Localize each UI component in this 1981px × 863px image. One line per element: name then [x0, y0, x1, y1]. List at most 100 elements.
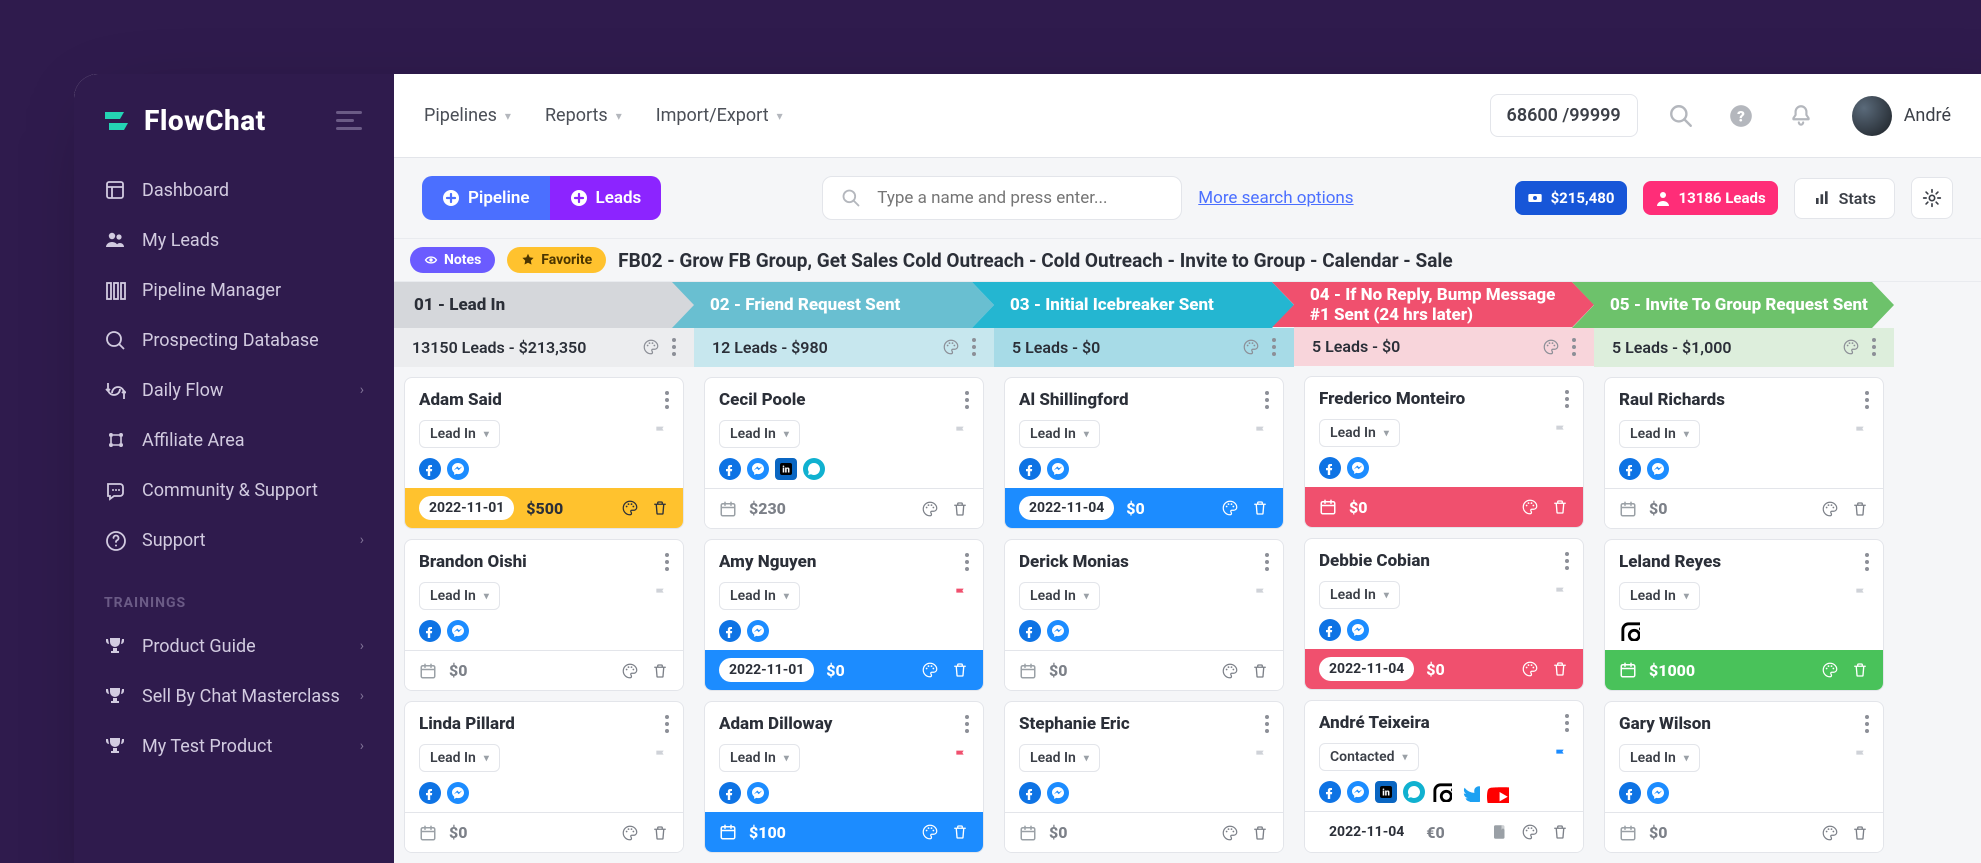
chat-icon[interactable]	[1403, 781, 1425, 803]
flag-icon[interactable]	[653, 586, 669, 606]
add-pipeline-button[interactable]: Pipeline	[422, 176, 550, 220]
palette-icon[interactable]	[921, 500, 939, 518]
palette-icon[interactable]	[621, 499, 639, 517]
sidebar-item-dashboard[interactable]: Dashboard	[86, 165, 382, 215]
stage-select[interactable]: Lead In▾	[719, 744, 800, 772]
settings-button[interactable]	[1911, 177, 1953, 219]
palette-icon[interactable]	[921, 823, 939, 841]
note-icon[interactable]	[1491, 823, 1509, 841]
palette-icon[interactable]	[1521, 660, 1539, 678]
linkedin-icon[interactable]	[775, 458, 797, 480]
calendar-icon[interactable]	[419, 824, 437, 842]
sidebar-item-prospecting-database[interactable]: Prospecting Database	[86, 315, 382, 365]
linkedin-icon[interactable]	[1375, 781, 1397, 803]
lead-card[interactable]: Raul RichardsLead In▾$0	[1604, 377, 1884, 529]
lead-card[interactable]: Adam DillowayLead In▾$100	[704, 701, 984, 853]
card-menu[interactable]	[1265, 391, 1269, 409]
calendar-icon[interactable]	[419, 662, 437, 680]
add-leads-button[interactable]: Leads	[550, 176, 662, 220]
messenger-icon[interactable]	[1347, 781, 1369, 803]
trash-icon[interactable]	[651, 499, 669, 517]
messenger-icon[interactable]	[747, 782, 769, 804]
column-menu[interactable]	[1272, 338, 1276, 356]
stage-select[interactable]: Lead In▾	[1319, 419, 1400, 447]
palette-icon[interactable]	[1842, 338, 1860, 356]
column-menu[interactable]	[1872, 338, 1876, 356]
sidebar-item-my-test-product[interactable]: My Test Product›	[86, 721, 382, 771]
stage-select[interactable]: Lead In▾	[719, 582, 800, 610]
column-header[interactable]: 03 - Initial Icebreaker Sent	[972, 282, 1294, 328]
stage-select[interactable]: Lead In▾	[419, 420, 500, 448]
column-header[interactable]: 05 - Invite To Group Request Sent	[1572, 282, 1894, 328]
notes-chip[interactable]: Notes	[410, 247, 495, 273]
card-menu[interactable]	[1865, 553, 1869, 571]
facebook-icon[interactable]	[1319, 457, 1341, 479]
palette-icon[interactable]	[1221, 824, 1239, 842]
search-field[interactable]	[822, 176, 1182, 220]
youtube-icon[interactable]	[1487, 781, 1509, 803]
lead-card[interactable]: Linda PillardLead In▾$0	[404, 701, 684, 853]
user-menu[interactable]: André	[1852, 96, 1951, 136]
chat-icon[interactable]	[803, 458, 825, 480]
palette-icon[interactable]	[942, 338, 960, 356]
nav-import-export[interactable]: Import/Export▾	[656, 105, 783, 126]
facebook-icon[interactable]	[1019, 458, 1041, 480]
trash-icon[interactable]	[1851, 824, 1869, 842]
palette-icon[interactable]	[1521, 823, 1539, 841]
calendar-icon[interactable]	[1619, 500, 1637, 518]
lead-card[interactable]: Gary WilsonLead In▾$0	[1604, 701, 1884, 853]
messenger-icon[interactable]	[747, 458, 769, 480]
flag-icon[interactable]	[1253, 748, 1269, 768]
facebook-icon[interactable]	[419, 782, 441, 804]
card-menu[interactable]	[965, 391, 969, 409]
stage-select[interactable]: Lead In▾	[1019, 744, 1100, 772]
card-menu[interactable]	[665, 715, 669, 733]
flag-icon[interactable]	[1553, 423, 1569, 443]
trash-icon[interactable]	[951, 823, 969, 841]
palette-icon[interactable]	[1821, 661, 1839, 679]
trash-icon[interactable]	[1851, 661, 1869, 679]
facebook-icon[interactable]	[1019, 620, 1041, 642]
messenger-icon[interactable]	[1647, 782, 1669, 804]
palette-icon[interactable]	[1542, 338, 1560, 356]
calendar-icon[interactable]	[1019, 662, 1037, 680]
calendar-icon[interactable]	[1619, 824, 1637, 842]
palette-icon[interactable]	[621, 824, 639, 842]
flag-icon[interactable]	[1853, 748, 1869, 768]
card-menu[interactable]	[965, 553, 969, 571]
flag-icon[interactable]	[1553, 585, 1569, 605]
messenger-icon[interactable]	[747, 620, 769, 642]
calendar-icon[interactable]	[719, 823, 737, 841]
flag-icon[interactable]	[953, 586, 969, 606]
facebook-icon[interactable]	[1319, 619, 1341, 641]
column-header[interactable]: 04 - If No Reply, Bump Message #1 Sent (…	[1272, 282, 1594, 327]
messenger-icon[interactable]	[447, 620, 469, 642]
flag-icon[interactable]	[653, 748, 669, 768]
calendar-icon[interactable]	[719, 500, 737, 518]
lead-card[interactable]: Leland ReyesLead In▾$1000	[1604, 539, 1884, 691]
nav-reports[interactable]: Reports▾	[545, 105, 622, 126]
search-button[interactable]	[1664, 99, 1698, 133]
palette-icon[interactable]	[621, 662, 639, 680]
lead-card[interactable]: André TeixeiraContacted▾2022-11-04€0	[1304, 700, 1584, 853]
search-input[interactable]	[875, 187, 1163, 209]
palette-icon[interactable]	[1221, 662, 1239, 680]
trash-icon[interactable]	[651, 824, 669, 842]
column-menu[interactable]	[1572, 338, 1576, 356]
stage-select[interactable]: Lead In▾	[419, 744, 500, 772]
sidebar-item-sell-by-chat-masterclass[interactable]: Sell By Chat Masterclass›	[86, 671, 382, 721]
facebook-icon[interactable]	[1619, 782, 1641, 804]
flag-icon[interactable]	[653, 424, 669, 444]
stage-select[interactable]: Lead In▾	[1619, 420, 1700, 448]
sidebar-item-community-support[interactable]: Community & Support	[86, 465, 382, 515]
flag-icon[interactable]	[1553, 747, 1569, 767]
notifications-button[interactable]	[1784, 99, 1818, 133]
calendar-icon[interactable]	[1319, 498, 1337, 516]
flag-icon[interactable]	[953, 748, 969, 768]
lead-card[interactable]: Amy NguyenLead In▾2022-11-01$0	[704, 539, 984, 691]
twitter-icon[interactable]	[1459, 781, 1481, 803]
card-menu[interactable]	[1565, 714, 1569, 732]
column-header[interactable]: 02 - Friend Request Sent	[672, 282, 994, 328]
palette-icon[interactable]	[1221, 499, 1239, 517]
stage-select[interactable]: Lead In▾	[1019, 582, 1100, 610]
